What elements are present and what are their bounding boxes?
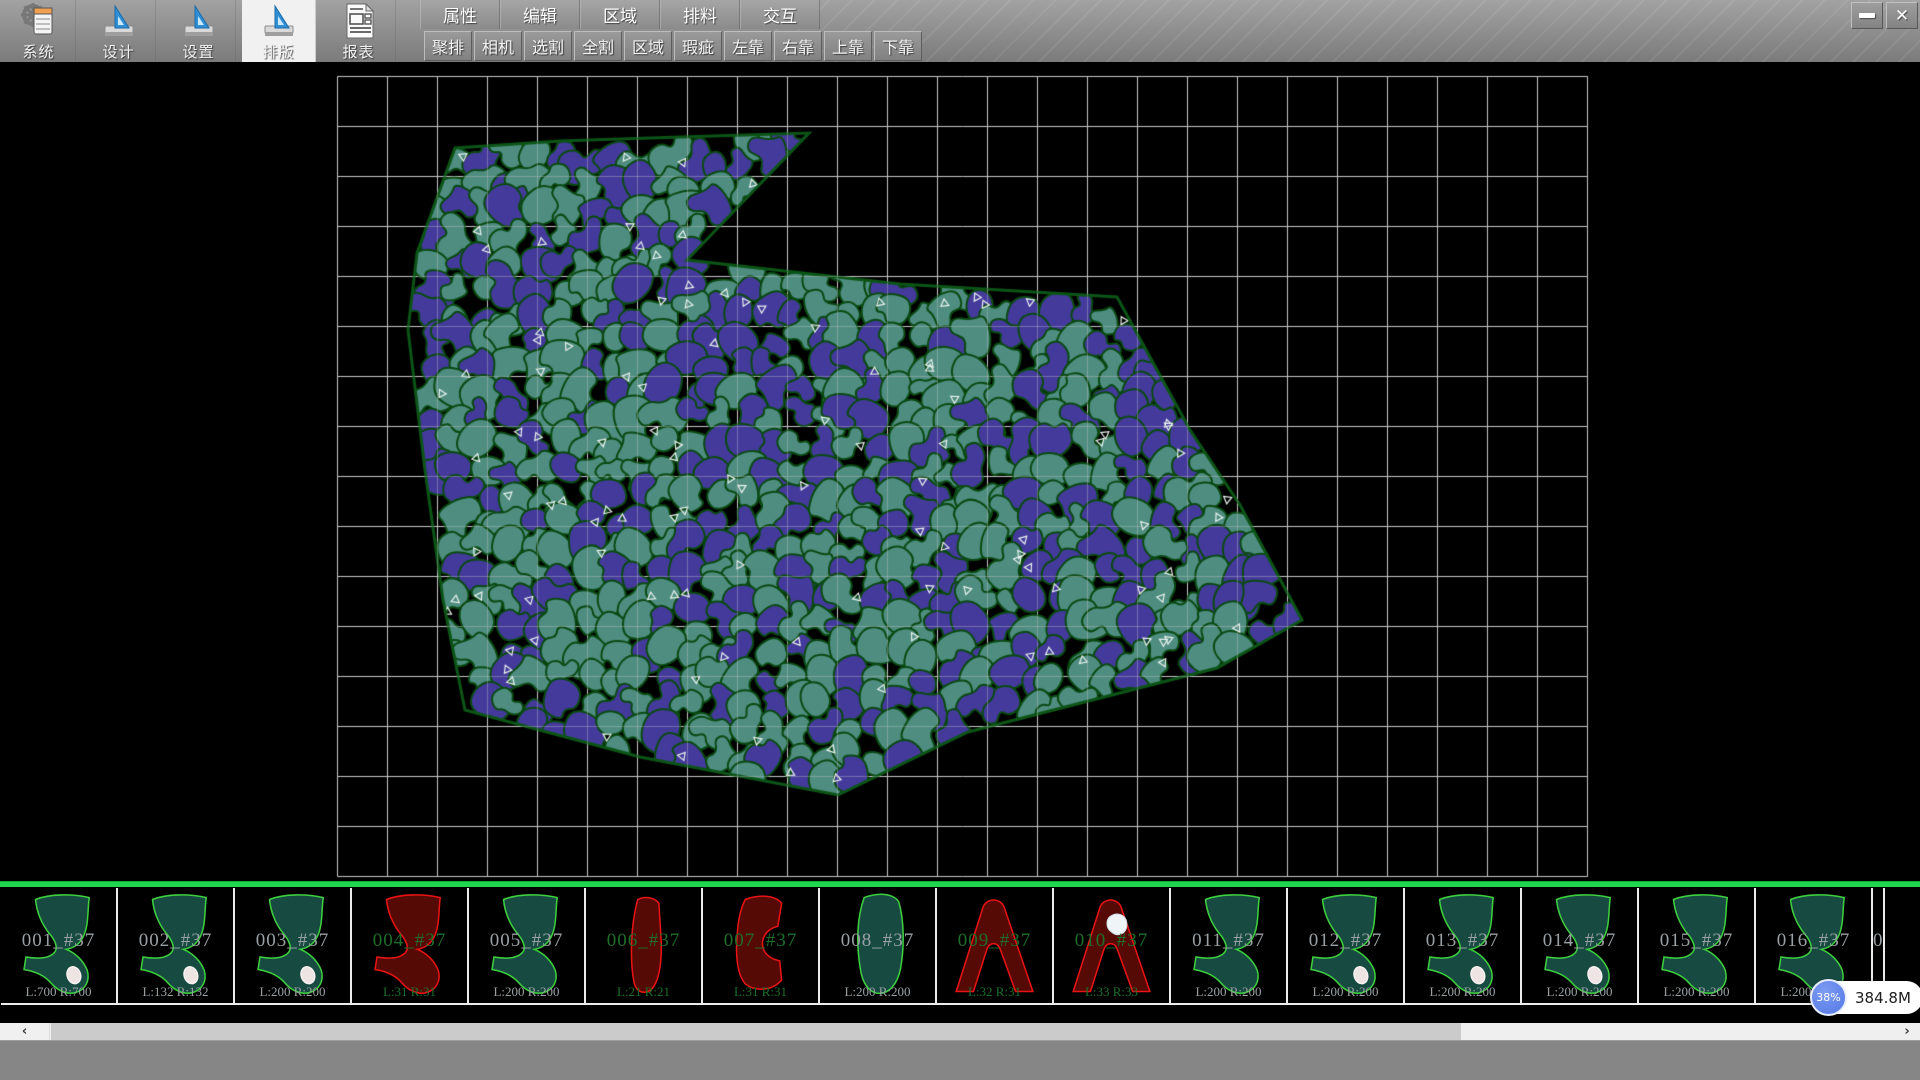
piece-thumbnail[interactable]: 011_#37 L:200 R:200 xyxy=(1171,888,1288,1003)
piece-lr-count: L:200 R:200 xyxy=(1639,984,1754,1000)
piece-lr-count: L:200 R:200 xyxy=(1171,984,1286,1000)
piece-lr-count: L:200 R:200 xyxy=(1288,984,1403,1000)
piece-thumbnail[interactable]: 010_#37 L:33 R:33 xyxy=(1054,888,1171,1003)
piece-thumbnail[interactable]: 004_#37 L:31 R:31 xyxy=(352,888,469,1003)
set-square-icon xyxy=(259,2,299,40)
piece-id-label: 007_#37 xyxy=(703,930,818,952)
status-bar xyxy=(0,1040,1920,1080)
button-align-left[interactable]: 左靠 xyxy=(724,31,772,61)
tab-region[interactable]: 区域 xyxy=(580,0,660,29)
memory-usage-label: 384.8M xyxy=(1855,989,1911,1007)
piece-thumbnail-strip: 001_#37L:700 R:700002_#37L:132 R:132003_… xyxy=(0,887,1920,1023)
minimize-button[interactable] xyxy=(1851,2,1883,29)
piece-thumbnail[interactable]: 007_#37 L:31 R:31 xyxy=(703,888,820,1003)
main-toolbar: 系统设计设置排版报表 属性编辑区域排料交互 聚排相机选割全割区域瑕疵左靠右靠上靠… xyxy=(0,0,1920,62)
tab-edit[interactable]: 编辑 xyxy=(500,0,580,29)
scrollbar-thumb[interactable] xyxy=(51,1023,1461,1040)
icon-button-label: 报表 xyxy=(342,41,374,62)
icon-button-settings[interactable]: 设置 xyxy=(162,0,236,62)
toolbar-hatch-texture xyxy=(760,0,1920,62)
piece-lr-count: L:200 R:200 xyxy=(235,984,350,1000)
icon-button-label: 设置 xyxy=(182,41,214,62)
piece-lr-count: L:200 R:200 xyxy=(1522,984,1637,1000)
button-align-top[interactable]: 上靠 xyxy=(824,31,872,61)
piece-thumbnail[interactable]: 013_#37 L:200 R:200 xyxy=(1405,888,1522,1003)
piece-thumbnail-list: 001_#37L:700 R:700002_#37L:132 R:132003_… xyxy=(1,888,1920,1005)
piece-thumbnail[interactable]: 008_#37 L:200 R:200 xyxy=(820,888,937,1003)
piece-id-label: 009_#37 xyxy=(937,930,1052,952)
button-cluster-nest[interactable]: 聚排 xyxy=(424,31,472,61)
button-align-right[interactable]: 右靠 xyxy=(774,31,822,61)
progress-percent: 38% xyxy=(1816,991,1840,1004)
progress-percent-circle: 38% xyxy=(1810,979,1847,1016)
report-icon xyxy=(339,2,379,40)
button-select-cut[interactable]: 选割 xyxy=(524,31,572,61)
piece-id-label: 001_#37 xyxy=(1,930,116,952)
button-camera[interactable]: 相机 xyxy=(474,31,522,61)
piece-id-label: 0 xyxy=(1873,930,1883,952)
close-icon: ✕ xyxy=(1895,6,1909,26)
piece-thumbnail[interactable]: 001_#37 L:700 R:700 xyxy=(1,888,118,1003)
button-region[interactable]: 区域 xyxy=(624,31,672,61)
button-defect[interactable]: 瑕疵 xyxy=(674,31,722,61)
piece-lr-count: L:31 R:31 xyxy=(703,984,818,1000)
piece-id-label: 002_#37 xyxy=(118,930,233,952)
icon-button-design[interactable]: 设计 xyxy=(82,0,156,62)
piece-id-label: 008_#37 xyxy=(820,930,935,952)
menu-tab-bar: 属性编辑区域排料交互 xyxy=(420,0,820,29)
piece-id-label: 013_#37 xyxy=(1405,930,1520,952)
tab-interact[interactable]: 交互 xyxy=(740,0,820,29)
button-cut-all[interactable]: 全割 xyxy=(574,31,622,61)
close-button[interactable]: ✕ xyxy=(1886,2,1918,29)
progress-badge: 38% 384.8M xyxy=(1811,981,1920,1014)
piece-id-label: 014_#37 xyxy=(1522,930,1637,952)
scroll-left-button[interactable]: ‹ xyxy=(0,1023,50,1040)
piece-lr-count: L:21 R:21 xyxy=(586,984,701,1000)
piece-thumbnail[interactable]: 006_#37 L:21 R:21 xyxy=(586,888,703,1003)
horizontal-scrollbar[interactable]: ‹ › xyxy=(0,1023,1920,1040)
workspace xyxy=(0,62,1920,881)
icon-button-system[interactable]: 系统 xyxy=(2,0,76,62)
piece-lr-count: L:31 R:31 xyxy=(352,984,467,1000)
piece-id-label: 016_#37 xyxy=(1756,930,1871,952)
piece-thumbnail[interactable]: 005_#37 L:200 R:200 xyxy=(469,888,586,1003)
piece-lr-count: L:32 R:31 xyxy=(937,984,1052,1000)
set-square-icon xyxy=(99,2,139,40)
set-square-icon xyxy=(179,2,219,40)
gear-notebook-icon xyxy=(19,2,59,40)
piece-id-label: 012_#37 xyxy=(1288,930,1403,952)
piece-lr-count: L:200 R:200 xyxy=(1405,984,1520,1000)
piece-id-label: 003_#37 xyxy=(235,930,350,952)
minimize-icon xyxy=(1859,13,1875,18)
nesting-canvas[interactable] xyxy=(0,62,1920,881)
scroll-right-button[interactable]: › xyxy=(1894,1023,1920,1040)
icon-button-label: 设计 xyxy=(102,41,134,62)
tab-properties[interactable]: 属性 xyxy=(420,0,500,29)
piece-id-label: 005_#37 xyxy=(469,930,584,952)
piece-thumbnail[interactable]: 012_#37 L:200 R:200 xyxy=(1288,888,1405,1003)
button-align-bottom[interactable]: 下靠 xyxy=(874,31,922,61)
piece-lr-count: L:700 R:700 xyxy=(1,984,116,1000)
icon-button-label: 系统 xyxy=(22,41,54,62)
icon-button-label: 排版 xyxy=(262,41,294,62)
piece-id-label: 004_#37 xyxy=(352,930,467,952)
piece-lr-count: L:200 R:200 xyxy=(469,984,584,1000)
piece-id-label: 010_#37 xyxy=(1054,930,1169,952)
piece-id-label: 011_#37 xyxy=(1171,930,1286,952)
icon-button-report[interactable]: 报表 xyxy=(322,0,396,62)
action-button-row: 聚排相机选割全割区域瑕疵左靠右靠上靠下靠 xyxy=(424,31,922,61)
piece-thumbnail[interactable]: 015_#37 L:200 R:200 xyxy=(1639,888,1756,1003)
piece-lr-count: L:33 R:33 xyxy=(1054,984,1169,1000)
piece-id-label: 006_#37 xyxy=(586,930,701,952)
piece-thumbnail[interactable]: 014_#37 L:200 R:200 xyxy=(1522,888,1639,1003)
icon-button-nesting[interactable]: 排版 xyxy=(242,0,316,62)
piece-id-label: 015_#37 xyxy=(1639,930,1754,952)
window-controls: ✕ xyxy=(1851,2,1918,29)
piece-lr-count: L:200 R:200 xyxy=(820,984,935,1000)
piece-thumbnail[interactable]: 003_#37 L:200 R:200 xyxy=(235,888,352,1003)
piece-thumbnail[interactable]: 002_#37 L:132 R:132 xyxy=(118,888,235,1003)
tab-nesting[interactable]: 排料 xyxy=(660,0,740,29)
piece-lr-count: L:132 R:132 xyxy=(118,984,233,1000)
piece-thumbnail[interactable]: 009_#37 L:32 R:31 xyxy=(937,888,1054,1003)
